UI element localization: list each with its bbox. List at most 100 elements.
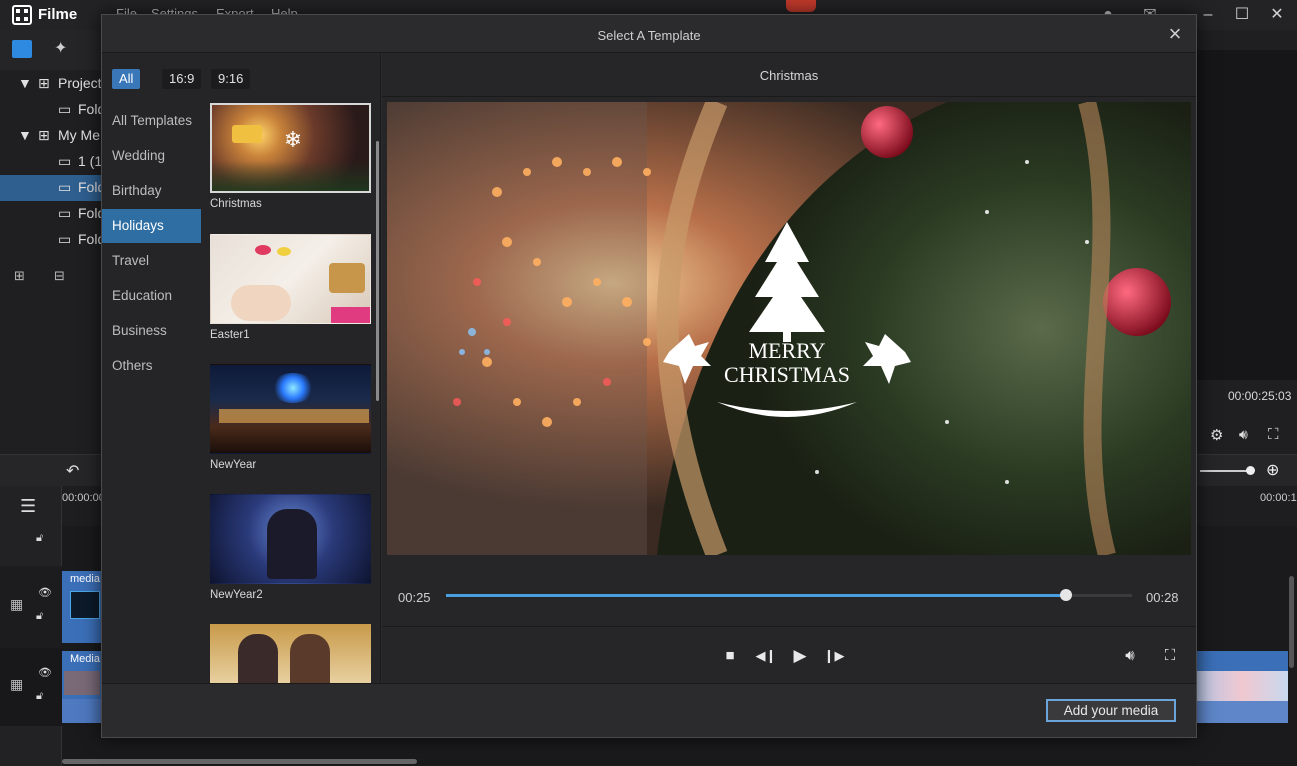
category-travel[interactable]: Travel: [102, 244, 201, 278]
minimize-icon[interactable]: –: [1197, 4, 1219, 26]
media-clip[interactable]: [1196, 651, 1288, 723]
pine-shape: [212, 161, 369, 191]
category-education[interactable]: Education: [102, 279, 201, 313]
zoom-slider[interactable]: [1200, 470, 1252, 472]
previous-frame-icon[interactable]: ◀❙: [754, 644, 778, 668]
thumbnail-scrollbar[interactable]: [376, 141, 379, 401]
tree-item-folder[interactable]: ▭ Fold: [0, 97, 102, 123]
category-wedding[interactable]: Wedding: [102, 139, 201, 173]
folder-icon: ▭: [58, 231, 72, 247]
hamburger-menu-icon[interactable]: ☰: [20, 496, 36, 517]
city-lights-shape: [219, 409, 369, 423]
window-close-icon[interactable]: ✕: [1266, 4, 1288, 26]
zoom-in-icon[interactable]: ⊕: [1266, 460, 1279, 480]
effects-tab-icon[interactable]: ✦: [54, 38, 67, 58]
media-tab-icon[interactable]: [12, 40, 32, 58]
lock-icon[interactable]: 🔓︎: [36, 690, 43, 703]
christmas-scene-image: MERRY CHRISTMAS: [387, 102, 1191, 555]
film-track-icon: ▦: [10, 676, 24, 692]
ratio-all-button[interactable]: All: [112, 69, 141, 89]
library-toolbar: ✦: [0, 30, 102, 70]
merry-text: MERRY: [748, 338, 825, 363]
add-your-media-button[interactable]: Add your media: [1046, 699, 1176, 722]
tree-item-folder[interactable]: ▭ 1 (1: [0, 149, 102, 175]
lock-icon[interactable]: 🔓︎: [36, 610, 43, 623]
template-thumbnail-easter1[interactable]: [210, 234, 371, 324]
tree-label: Fold: [78, 101, 102, 117]
undo-icon[interactable]: ↶: [66, 461, 79, 481]
tree-label: Fold: [78, 231, 102, 247]
tree-item-folder[interactable]: ▭ Fold: [0, 227, 102, 253]
add-folder-icon[interactable]: ⊞: [14, 268, 25, 284]
play-icon[interactable]: ▶: [788, 644, 812, 668]
template-label: NewYear2: [210, 589, 263, 601]
fullscreen-icon[interactable]: ⛶: [1268, 426, 1279, 443]
seek-bar-knob[interactable]: [1060, 589, 1073, 601]
seek-bar-progress: [446, 594, 1067, 597]
next-frame-icon[interactable]: ❙▶: [822, 644, 846, 668]
volume-icon[interactable]: 🔊︎: [1239, 426, 1248, 443]
horizontal-scrollbar[interactable]: [62, 759, 417, 764]
category-all-templates[interactable]: All Templates: [102, 104, 201, 138]
maximize-icon[interactable]: ☐: [1231, 4, 1253, 26]
ruler-end-label: 00:00:1: [1260, 492, 1297, 504]
close-icon[interactable]: ×: [1164, 23, 1186, 45]
category-business[interactable]: Business: [102, 314, 201, 348]
template-thumbnail-christmas[interactable]: ❄: [210, 103, 371, 193]
player-timecode: 00:00:25:03: [1228, 389, 1292, 403]
eye-icon[interactable]: 👁︎: [38, 586, 52, 599]
expand-arrow-icon: ▼: [18, 75, 32, 91]
filme-logo-icon: [12, 5, 32, 25]
tree-label: Fold: [78, 179, 102, 195]
tree-item-my-media[interactable]: ▼ ⊞ My Me: [0, 123, 102, 149]
playback-controls: ■ ◀❙ ▶ ❙▶ 🔊︎ ⛶: [382, 626, 1196, 683]
tree-item-folder[interactable]: ▭ Fold: [0, 201, 102, 227]
total-time: 00:28: [1146, 590, 1179, 605]
preview-video[interactable]: MERRY CHRISTMAS: [387, 102, 1191, 555]
remove-folder-icon[interactable]: ⊟: [54, 268, 65, 284]
template-label: NewYear: [210, 459, 257, 471]
zoom-slider-knob[interactable]: [1246, 466, 1255, 475]
egg-shape: [255, 245, 271, 255]
dialog-footer: Add your media: [102, 683, 1196, 737]
firework-shape: [271, 373, 315, 403]
template-label: Christmas: [210, 198, 262, 210]
category-holidays[interactable]: Holidays: [102, 209, 201, 243]
template-thumbnail-newyear[interactable]: [210, 364, 371, 454]
template-label: Easter1: [210, 329, 250, 341]
media-clip[interactable]: media: [62, 571, 102, 643]
person-shape: [290, 634, 330, 683]
fullscreen-icon[interactable]: ⛶: [1158, 644, 1182, 668]
current-time: 00:25: [398, 590, 431, 605]
ratio-16-9-button[interactable]: 16:9: [162, 69, 202, 89]
snowflake-icon: ❄: [283, 127, 303, 152]
folder-icon: ▭: [58, 101, 72, 117]
lock-icon[interactable]: 🔓︎: [36, 532, 43, 545]
category-others[interactable]: Others: [102, 349, 201, 383]
grid-icon: ⊞: [38, 75, 50, 91]
tree-label: My Me: [58, 127, 100, 143]
folder-icon: ▭: [58, 179, 72, 195]
vertical-scrollbar[interactable]: [1289, 576, 1294, 668]
category-birthday[interactable]: Birthday: [102, 174, 201, 208]
tree-item-folder-selected[interactable]: ▭ Fold: [0, 175, 102, 201]
audio-waveform: [1196, 701, 1288, 723]
template-thumbnail-newyear2[interactable]: [210, 494, 371, 584]
folder-icon: ▭: [58, 205, 72, 221]
media-clip[interactable]: Media: [62, 651, 102, 723]
clip-thumbnail: [64, 671, 100, 695]
egg-shape: [277, 247, 291, 256]
settings-gear-icon[interactable]: ⚙: [1210, 426, 1223, 444]
volume-icon[interactable]: 🔊︎: [1118, 644, 1142, 668]
stop-icon[interactable]: ■: [718, 644, 742, 668]
clip-label: media: [70, 573, 100, 585]
preview-panel: Christmas MERRY CHRISTMAS 00:25 00:28 ■ …: [382, 53, 1196, 683]
record-icon[interactable]: [786, 0, 816, 12]
eye-icon[interactable]: 👁︎: [38, 666, 52, 679]
clip-thumbnail: [1196, 671, 1288, 701]
folder-icon: ▭: [58, 153, 72, 169]
track-header-column: ☰ 🔓︎ ▦ 👁︎ 🔓︎ ▦ 👁︎ 🔓︎: [0, 486, 62, 766]
ratio-9-16-button[interactable]: 9:16: [211, 69, 251, 89]
tree-item-project[interactable]: ▼ ⊞ Project: [0, 71, 102, 97]
template-thumbnail-party[interactable]: [210, 624, 371, 683]
